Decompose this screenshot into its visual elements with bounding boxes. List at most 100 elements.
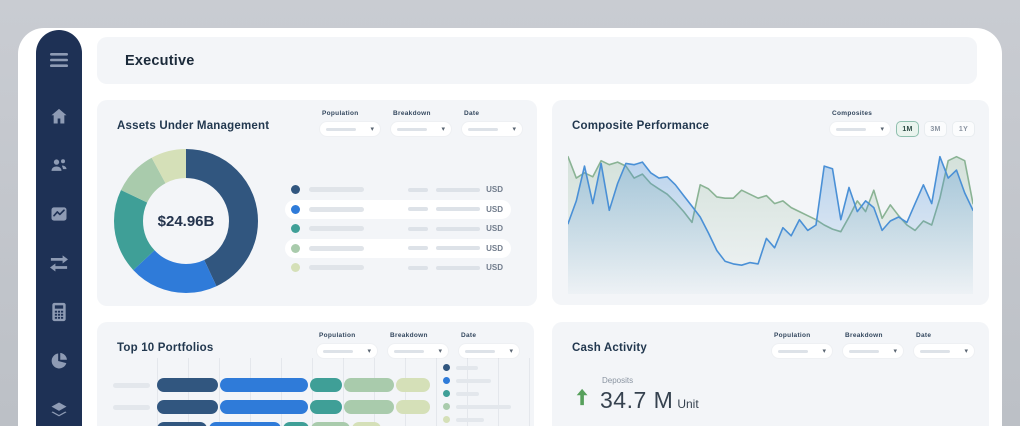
top10-filter-population: Population▾ [316, 332, 378, 359]
legend-name-placeholder [309, 265, 364, 270]
calculator-icon[interactable] [47, 300, 71, 324]
allocation-icon[interactable] [47, 349, 71, 373]
portfolio-name-placeholder [113, 405, 150, 410]
top10-legend [443, 364, 511, 423]
legend-name-placeholder [309, 207, 364, 212]
bar-segment-5[interactable] [396, 400, 430, 414]
legend-currency-label: USD [486, 205, 503, 214]
legend-value-placeholder [408, 266, 428, 270]
sidebar [36, 30, 82, 426]
top10-legend-item[interactable] [443, 390, 511, 397]
legend-name-placeholder [309, 187, 364, 192]
page-header: Executive [97, 37, 977, 84]
chevron-down-icon: ▾ [512, 126, 516, 133]
legend-name-placeholder [309, 226, 364, 231]
cash-population-select[interactable]: ▾ [771, 343, 833, 359]
holdings-icon[interactable] [47, 398, 71, 422]
legend-name-placeholder [456, 366, 478, 370]
chevron-down-icon: ▾ [893, 348, 897, 355]
stacked-bar[interactable] [157, 422, 381, 426]
filter-label: Breakdown [393, 110, 452, 117]
cash-filter-breakdown: Breakdown▾ [842, 332, 904, 359]
filter-label: Population [322, 110, 381, 117]
top10-legend-item[interactable] [443, 377, 511, 384]
filter-label: Date [464, 110, 523, 117]
bar-segment-1[interactable] [157, 422, 207, 426]
aum-legend-row[interactable]: USD [285, 200, 511, 220]
aum-total-value: $24.96B [113, 148, 259, 294]
aum-legend-row[interactable]: USD [285, 219, 511, 239]
cash-breakdown-select[interactable]: ▾ [842, 343, 904, 359]
stacked-bar[interactable] [157, 378, 430, 392]
range-button-1m[interactable]: 1M [896, 121, 919, 137]
menu-icon[interactable] [47, 48, 71, 72]
select-placeholder [849, 350, 879, 353]
legend-name-placeholder [456, 418, 484, 422]
aum-population-select[interactable]: ▾ [319, 121, 381, 137]
legend-amount-placeholder [436, 207, 480, 211]
aum-card: Assets Under Management Population▾Break… [97, 100, 537, 306]
range-button-1y[interactable]: 1Y [952, 121, 975, 137]
bar-segment-4[interactable] [311, 422, 350, 426]
select-placeholder [836, 128, 866, 131]
portfolio-name-placeholder [113, 383, 150, 388]
select-placeholder [394, 350, 424, 353]
legend-amount-placeholder [436, 188, 480, 192]
filter-label: Date [461, 332, 520, 339]
bar-segment-2[interactable] [209, 422, 281, 426]
aum-filters: Population ▾ Breakdown ▾ Date ▾ [319, 110, 523, 137]
legend-amount-placeholder [436, 266, 480, 270]
top10-legend-item[interactable] [443, 416, 511, 423]
legend-currency-label: USD [486, 185, 503, 194]
legend-value-placeholder [408, 227, 428, 231]
legend-amount-placeholder [436, 246, 480, 250]
aum-legend-row[interactable]: USD [285, 239, 511, 259]
bar-segment-5[interactable] [396, 378, 430, 392]
top10-legend-item[interactable] [443, 403, 511, 410]
stacked-bar[interactable] [157, 400, 430, 414]
line-chart-svg[interactable] [568, 142, 973, 294]
aum-legend-row[interactable]: USD [285, 180, 511, 200]
bar-segment-1[interactable] [157, 378, 218, 392]
top10-legend-item[interactable] [443, 364, 511, 371]
range-button-3m[interactable]: 3M [924, 121, 947, 137]
clients-icon[interactable] [47, 153, 71, 177]
top10-date-select[interactable]: ▾ [458, 343, 520, 359]
legend-amount-placeholder [436, 227, 480, 231]
bar-segment-4[interactable] [344, 378, 394, 392]
top10-card-title: Top 10 Portfolios [117, 342, 213, 354]
legend-dot [443, 390, 450, 397]
top10-breakdown-select[interactable]: ▾ [387, 343, 449, 359]
bar-segment-2[interactable] [220, 400, 308, 414]
composite-card: Composite Performance Composites▾1M3M1Y [552, 100, 989, 305]
bar-segment-4[interactable] [344, 400, 394, 414]
legend-name-placeholder [456, 392, 479, 396]
legend-currency-label: USD [486, 244, 503, 253]
top10-filter-breakdown: Breakdown▾ [387, 332, 449, 359]
filter-label: Date [916, 332, 975, 339]
legend-dot [291, 263, 300, 272]
composites-select[interactable]: ▾ [829, 121, 891, 137]
cash-deposits-metric: Deposits 34.7 M Unit [574, 376, 699, 414]
performance-icon[interactable] [47, 202, 71, 226]
aum-date-select[interactable]: ▾ [461, 121, 523, 137]
top10-population-select[interactable]: ▾ [316, 343, 378, 359]
top10-filter-date: Date ▾ [458, 332, 520, 359]
bar-segment-3[interactable] [310, 400, 342, 414]
chevron-down-icon: ▾ [880, 126, 884, 133]
aum-legend-row[interactable]: USD [285, 258, 511, 278]
aum-breakdown-select[interactable]: ▾ [390, 121, 452, 137]
bar-segment-3[interactable] [283, 422, 309, 426]
cash-date-select[interactable]: ▾ [913, 343, 975, 359]
bar-segment-3[interactable] [310, 378, 342, 392]
transfers-icon[interactable] [47, 251, 71, 275]
top10-card: Top 10 Portfolios Population▾ Breakdown▾ D… [97, 322, 534, 426]
legend-dot [443, 403, 450, 410]
bar-segment-2[interactable] [220, 378, 308, 392]
legend-dot [291, 224, 300, 233]
top10-filters: Population▾ Breakdown▾ Date ▾ [316, 332, 520, 359]
bar-segment-1[interactable] [157, 400, 218, 414]
home-icon[interactable] [47, 104, 71, 128]
aum-filter-population: Population ▾ [319, 110, 381, 137]
bar-segment-5[interactable] [352, 422, 381, 426]
